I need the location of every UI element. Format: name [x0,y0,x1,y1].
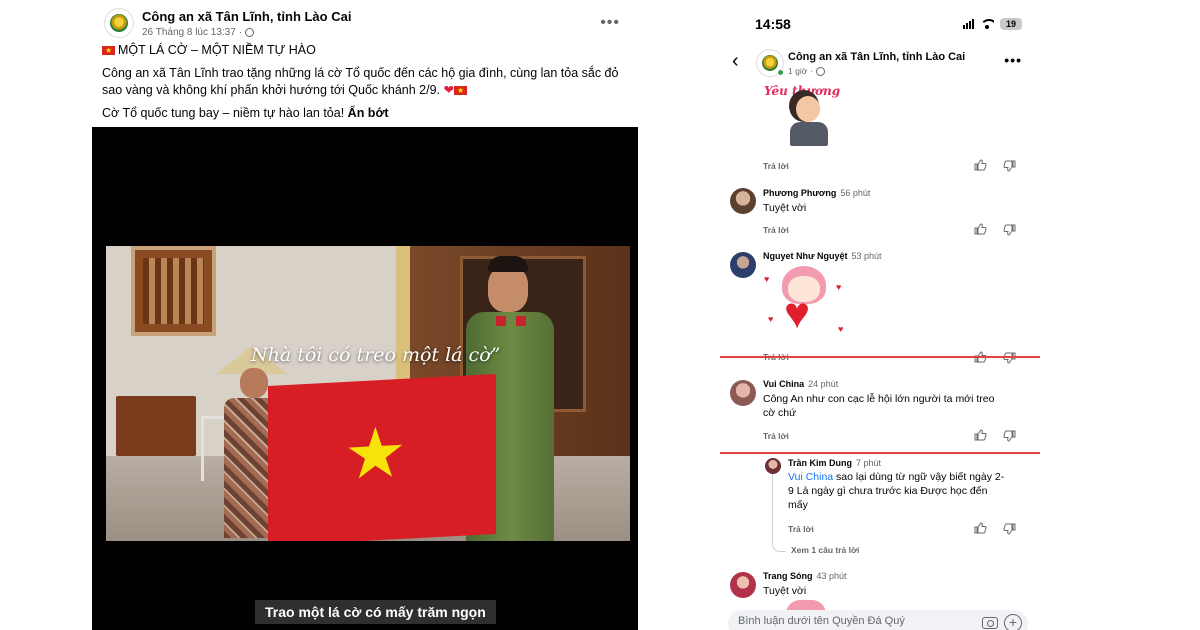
reply-link[interactable]: Trả lời [763,161,789,171]
see-less-link[interactable]: Ẩn bớt [348,106,389,120]
police-emblem-icon [110,14,128,32]
more-dots-icon[interactable]: ••• [600,14,620,32]
comment-composer: + [728,610,1028,630]
commenter-avatar[interactable] [730,252,756,278]
page-avatar[interactable] [756,49,784,77]
vietnam-flag-icon [454,82,467,99]
post-tagline-line: Cờ Tổ quốc tung bay – niềm tự hào lan tỏ… [102,105,622,122]
comment-input[interactable] [738,615,958,627]
post-meta: 26 Tháng 8 lúc 13:37 · [142,27,255,38]
status-icons: 19 [963,18,1022,30]
status-time: 14:58 [755,16,791,32]
commenter-avatar[interactable] [730,188,756,214]
post-header: Công an xã Tân Lĩnh, tỉnh Lào Cai 26 Thá… [104,6,626,42]
thumbs-down-icon[interactable] [1003,224,1016,236]
commenter-avatar[interactable] [765,458,781,474]
commenter-name[interactable]: Vui China 24 phút [763,379,838,389]
post-text: MỘT LÁ CỜ – MỘT NIỀM TỰ HÀO Công an xã T… [102,42,622,128]
video-overlay-text: Nhà tôi có treo một lá cờ” [251,344,501,366]
post-page-name[interactable]: Công an xã Tân Lĩnh, tỉnh Lào Cai [142,9,351,24]
thumbs-down-icon[interactable] [1003,160,1016,172]
love-sticker: Yêu thương [762,84,842,148]
post-headline-line: MỘT LÁ CỜ – MỘT NIỀM TỰ HÀO [102,42,622,59]
thumbs-down-icon[interactable] [1003,430,1016,442]
comment-time: 7 phút [856,458,882,468]
commenter-name[interactable]: Nguyet Như Nguyệt 53 phút [763,251,882,261]
comments-header: ‹ Công an xã Tân Lĩnh, tỉnh Lào Cai 1 gi… [720,44,1040,84]
header-time: 1 giờ [788,66,808,76]
reply-link[interactable]: Trả lời [788,524,814,534]
post-body: Công an xã Tân Lĩnh trao tặng những lá c… [102,66,619,97]
heart-icon: ❤ [443,83,454,97]
comment-text: Vui China sao lại dùng từ ngữ vậy biết n… [788,471,1005,511]
comment-text: Công An như con cạc lễ hội lớn người ta … [763,393,995,419]
signal-icon [963,19,974,29]
commenter-avatar[interactable] [730,572,756,598]
reply-link[interactable]: Trả lời [763,225,789,235]
post-timestamp[interactable]: 26 Tháng 8 lúc 13:37 [142,27,236,38]
page-avatar[interactable] [104,8,134,38]
thumbs-up-icon[interactable] [974,522,987,534]
header-meta: 1 giờ · [788,66,826,76]
battery-icon: 19 [1000,18,1022,30]
commenter-name[interactable]: Trần Kim Dung 7 phút [788,458,881,468]
reply-thread-line [772,470,786,552]
thumbs-down-icon[interactable] [1003,523,1016,535]
commenter-name[interactable]: Phương Phương 56 phút [763,188,870,198]
video-subtitle: Trao một lá cờ có mấy trăm ngọn [255,600,496,624]
comment-time: 53 phút [851,251,882,261]
globe-icon [816,66,826,76]
commenter-avatar[interactable] [730,380,756,406]
online-status-dot [777,69,784,76]
heart-sticker: ♥ ♥ ♥ ♥ ♥ [764,264,844,342]
vietnam-flag: ★ [268,374,496,541]
plus-icon[interactable]: + [1004,614,1022,630]
video-frame: ★ Nhà tôi có treo một lá cờ” [106,246,630,541]
commenter-name[interactable]: Trang Sóng 43 phút [763,571,847,581]
comment-text: Tuyệt vời [763,585,807,597]
heart-icon: ♥ [784,289,811,338]
facebook-post: Công an xã Tân Lĩnh, tỉnh Lào Cai 26 Thá… [92,0,638,630]
video-player[interactable]: ★ Nhà tôi có treo một lá cờ” Trao một lá… [92,127,638,630]
post-body-line: Công an xã Tân Lĩnh trao tặng những lá c… [102,65,622,99]
camera-icon[interactable] [982,617,998,629]
more-dots-icon[interactable]: ••• [1004,52,1022,68]
post-tagline: Cờ Tổ quốc tung bay – niềm tự hào lan tỏ… [102,106,345,120]
reply-link[interactable]: Trả lời [763,431,789,441]
thumbs-up-icon[interactable] [974,429,987,441]
wifi-icon [980,19,994,29]
comment-text: Tuyệt vời [763,202,807,214]
see-replies-link[interactable]: Xem 1 câu trả lời [791,545,859,555]
comment-time: 56 phút [840,188,871,198]
thumbs-up-icon[interactable] [974,159,987,171]
post-headline: MỘT LÁ CỜ – MỘT NIỀM TỰ HÀO [118,43,316,57]
police-emblem-icon [762,55,778,71]
header-page-name[interactable]: Công an xã Tân Lĩnh, tỉnh Lào Cai [788,51,965,63]
back-arrow-icon[interactable]: ‹ [732,50,739,73]
globe-icon [245,28,255,37]
comment-time: 43 phút [816,571,847,581]
yellow-star-icon: ★ [344,412,407,494]
mention-link[interactable]: Vui China [788,471,833,483]
vietnam-flag-icon [102,42,115,59]
thumbs-up-icon[interactable] [974,223,987,235]
mobile-screen: 14:58 19 ‹ Công an xã Tân Lĩnh, tỉnh Lào… [720,0,1040,630]
comment-time: 24 phút [808,379,839,389]
